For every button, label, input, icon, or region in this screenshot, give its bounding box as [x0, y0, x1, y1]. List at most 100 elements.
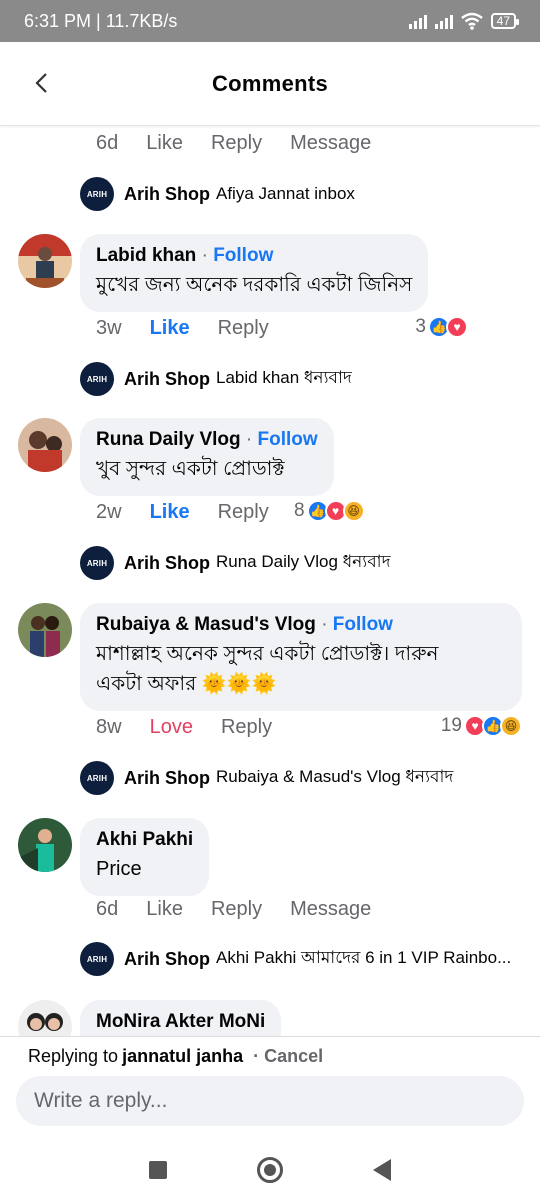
comment-age: 8w — [96, 716, 122, 738]
comment-item: Akhi Pakhi Price — [18, 818, 210, 896]
avatar[interactable] — [18, 1000, 72, 1036]
status-time: 6:31 PM | 11.7KB/s — [24, 10, 178, 31]
reaction-count: 3 — [415, 316, 426, 337]
comment-bubble[interactable]: MoNira Akter MoNi — [80, 1000, 282, 1036]
status-bar: 6:31 PM | 11.7KB/s 47 — [0, 0, 540, 42]
comment-actions: 3w Like Reply — [96, 317, 297, 340]
comment-age: 2w — [96, 501, 122, 523]
comment-bubble[interactable]: Rubaiya & Masud's Vlog · Follow মাশাল্লা… — [80, 603, 522, 711]
message-button[interactable]: Message — [290, 898, 371, 921]
avatar[interactable] — [18, 418, 72, 472]
battery-icon: 47 — [490, 13, 520, 29]
like-button[interactable]: Like — [146, 132, 183, 155]
comment-text: খুব সুন্দর একটা প্রোডাক্ট — [96, 458, 285, 480]
reply-button[interactable]: Reply — [218, 317, 269, 340]
shop-reply-text: Runa Daily Vlog ধন্যবাদ — [216, 552, 391, 571]
comment-actions: 2w Like Reply — [96, 501, 297, 524]
reply-button[interactable]: Reply — [211, 132, 262, 155]
shop-reply-text: Akhi Pakhi আমাদের 6 in 1 VIP Rainbo... — [216, 948, 512, 967]
recent-apps-icon[interactable] — [149, 1161, 167, 1179]
shop-reply[interactable]: ARIH Arih Shop Runa Daily Vlog ধন্যবাদ — [80, 546, 391, 580]
shop-reply-text: Afiya Jannat inbox — [216, 184, 355, 203]
comment-bubble[interactable]: Labid khan · Follow মুখের জন্য অনেক দরকা… — [80, 234, 429, 312]
comment-text-line-2: একটা অফার 🌞🌞🌞 — [96, 673, 277, 695]
shop-reply[interactable]: ARIH Arih Shop Labid khan ধন্যবাদ — [80, 362, 352, 396]
love-button[interactable]: Love — [150, 716, 193, 739]
back-nav-icon[interactable] — [373, 1159, 391, 1181]
follow-button[interactable]: Follow — [258, 429, 318, 450]
status-icons: 47 — [408, 12, 520, 30]
reaction-summary[interactable]: 3 👍 ♥ — [415, 316, 468, 338]
shop-name[interactable]: Arih Shop — [124, 768, 210, 789]
reaction-count: 19 — [440, 715, 462, 736]
shop-name[interactable]: Arih Shop — [124, 369, 210, 390]
like-button[interactable]: Like — [150, 501, 190, 524]
comment-age: 6d — [96, 898, 119, 920]
reply-button[interactable]: Reply — [218, 501, 269, 524]
shop-reply[interactable]: ARIH Arih Shop Rubaiya & Masud's Vlog ধন… — [80, 761, 453, 795]
comment-item: Labid khan · Follow মুখের জন্য অনেক দরকা… — [18, 234, 429, 312]
comment-bubble[interactable]: Akhi Pakhi Price — [80, 818, 210, 896]
comment-text: Price — [96, 858, 142, 880]
shop-reply[interactable]: ARIH Arih Shop Akhi Pakhi আমাদের 6 in 1 … — [80, 942, 511, 976]
replying-prefix: Replying to — [28, 1046, 119, 1066]
back-button[interactable] — [26, 68, 56, 98]
reaction-count: 8 — [294, 500, 305, 521]
author-name[interactable]: Labid khan — [96, 245, 196, 266]
shop-name[interactable]: Arih Shop — [124, 184, 210, 205]
signal-2-icon — [434, 13, 453, 29]
love-reaction-icon: ♥ — [446, 316, 468, 338]
shop-avatar[interactable]: ARIH — [80, 362, 114, 396]
reply-input[interactable] — [34, 1089, 524, 1113]
author-name[interactable]: Runa Daily Vlog — [96, 429, 241, 450]
replying-to-bar: Replying to jannatul janha · Cancel — [0, 1036, 540, 1076]
reply-input-container[interactable] — [16, 1076, 524, 1126]
reaction-summary[interactable]: 8 👍 ♥ 😆 — [294, 500, 365, 522]
reply-button[interactable]: Reply — [211, 898, 262, 921]
comment-actions: 6d Like Reply Message — [96, 898, 399, 921]
signal-icon — [408, 13, 427, 29]
follow-button[interactable]: Follow — [213, 245, 273, 266]
author-name[interactable]: Akhi Pakhi — [96, 829, 193, 850]
comment-age: 6d — [96, 132, 119, 154]
comment-text: মুখের জন্য অনেক দরকারি একটা জিনিস — [96, 274, 413, 296]
shop-reply[interactable]: ARIH Arih Shop Afiya Jannat inbox — [80, 177, 355, 211]
system-nav-bar — [0, 1140, 540, 1200]
reaction-summary[interactable]: 19 ♥ 👍 😆 — [441, 715, 522, 737]
comment-actions: 6d Like Reply Message — [96, 132, 399, 155]
shop-avatar[interactable]: ARIH — [80, 177, 114, 211]
like-button[interactable]: Like — [150, 317, 190, 340]
shop-name[interactable]: Arih Shop — [124, 553, 210, 574]
wifi-icon — [460, 12, 483, 30]
author-name[interactable]: MoNira Akter MoNi — [96, 1011, 265, 1032]
shop-reply-text: Labid khan ধন্যবাদ — [216, 368, 352, 387]
shop-avatar[interactable]: ARIH — [80, 942, 114, 976]
comment-bubble[interactable]: Runa Daily Vlog · Follow খুব সুন্দর একটা… — [80, 418, 334, 496]
home-icon[interactable] — [257, 1157, 283, 1183]
page-title: Comments — [211, 70, 329, 96]
avatar[interactable] — [18, 603, 72, 657]
shop-avatar[interactable]: ARIH — [80, 546, 114, 580]
avatar[interactable] — [18, 234, 72, 288]
avatar[interactable] — [18, 818, 72, 872]
cancel-reply-button[interactable]: · Cancel — [253, 1046, 323, 1067]
like-button[interactable]: Like — [146, 898, 183, 921]
comments-feed[interactable]: 6d Like Reply Message ARIH Arih Shop Afi… — [0, 126, 540, 1036]
shop-reply-text: Rubaiya & Masud's Vlog ধন্যবাদ — [216, 767, 454, 786]
shop-avatar[interactable]: ARIH — [80, 761, 114, 795]
shop-name[interactable]: Arih Shop — [124, 949, 210, 970]
author-name[interactable]: Rubaiya & Masud's Vlog — [96, 614, 316, 635]
replying-to-name: jannatul janha — [122, 1046, 244, 1066]
chevron-left-icon — [35, 73, 47, 93]
battery-level: 47 — [496, 14, 510, 28]
follow-button[interactable]: Follow — [333, 614, 393, 635]
comment-age: 3w — [96, 317, 122, 339]
haha-reaction-icon: 😆 — [500, 715, 522, 737]
reply-button[interactable]: Reply — [221, 716, 272, 739]
haha-reaction-icon: 😆 — [342, 500, 365, 522]
comment-item: MoNira Akter MoNi — [18, 1000, 282, 1036]
comment-text-line-1: মাশাল্লাহ অনেক সুন্দর একটা প্রোডাক্ট। দা… — [96, 643, 439, 665]
message-button[interactable]: Message — [290, 132, 371, 155]
header: Comments — [0, 42, 540, 126]
comment-actions: 8w Love Reply — [96, 716, 300, 739]
